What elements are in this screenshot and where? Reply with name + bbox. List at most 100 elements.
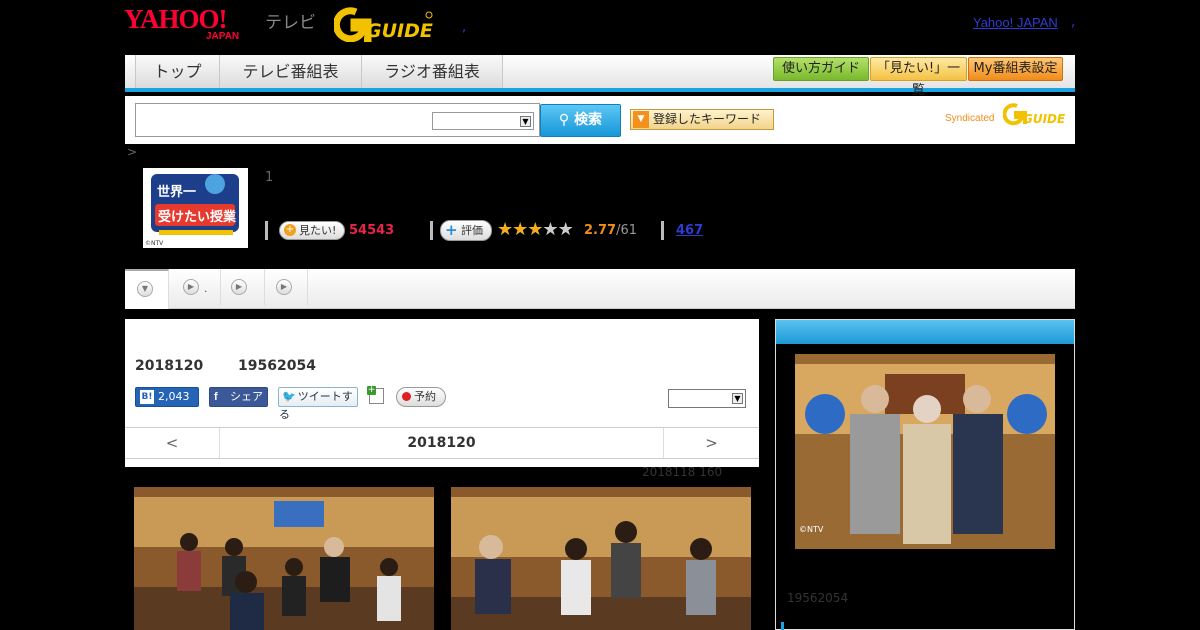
star-icon: ★: [527, 219, 543, 240]
chevron-down-icon: ▼: [520, 116, 531, 127]
program-logo-image: 世界一 受けたい授業 ©NTV: [143, 168, 248, 248]
plus-icon: +: [445, 221, 458, 239]
record-icon: [402, 392, 411, 401]
record-reservation-button[interactable]: 予約: [396, 387, 446, 407]
hosts-photo-image: ©NTV: [795, 354, 1055, 549]
episode-number: 1: [265, 170, 274, 185]
episode-note: 2018118 160: [642, 465, 723, 479]
nav-tab-tv-schedule[interactable]: テレビ番組表: [220, 55, 362, 88]
episode-date: 2018120: [135, 358, 204, 374]
side-photo-credit: ©NTV: [799, 525, 824, 534]
rate-button[interactable]: + 評価: [440, 220, 492, 241]
svg-text:受けたい授業: 受けたい授業: [158, 209, 237, 225]
hatena-bookmark-button[interactable]: B! 2,043: [135, 387, 199, 407]
rating-total: /61: [616, 223, 637, 238]
subtab-2-label: .: [204, 282, 208, 295]
divider: [265, 221, 268, 240]
rate-label: 評価: [461, 224, 483, 237]
play-circle-icon: ▶: [183, 279, 199, 295]
nav-tab-top[interactable]: トップ: [135, 55, 220, 88]
search-category-select[interactable]: ▼: [432, 112, 534, 130]
tv-label[interactable]: テレビ: [265, 8, 316, 33]
nav-tab-radio-schedule[interactable]: ラジオ番組表: [362, 55, 503, 88]
mitai-count: 54543: [349, 223, 395, 238]
saved-keywords-button[interactable]: ▼ 登録したキーワード: [630, 109, 774, 130]
plus-icon: +: [367, 385, 376, 395]
subtab-4[interactable]: ▶: [265, 269, 308, 305]
play-circle-icon: ▶: [231, 279, 247, 295]
side-program-id: 19562054: [787, 591, 849, 605]
hatena-icon: B!: [140, 390, 154, 404]
svg-text:GUIDE: GUIDE: [1023, 112, 1065, 126]
divider: [430, 221, 433, 240]
mitai-button[interactable]: + 見たい!: [279, 221, 345, 240]
chevron-down-icon: ▼: [732, 393, 743, 404]
saved-keywords-label: 登録したキーワード: [653, 112, 762, 126]
side-section-marker: [781, 622, 784, 630]
triangle-down-icon: ▼: [633, 111, 649, 128]
review-count-link[interactable]: 467: [676, 222, 703, 239]
search-button[interactable]: ⚲ 検索: [540, 104, 621, 137]
side-panel-photo[interactable]: ©NTV: [795, 354, 1055, 549]
thumbnail-credit: ©NTV: [145, 240, 164, 247]
star-icon: ★: [497, 219, 513, 240]
page: YAHOO! JAPAN テレビ GUIDE , Yahoo! JAPAN , …: [0, 0, 1200, 630]
subtab-2[interactable]: ▶ .: [169, 269, 221, 305]
header-separator: ,: [462, 20, 467, 35]
plus-icon: +: [284, 224, 296, 236]
twitter-icon: 🐦: [282, 390, 296, 403]
gguide-logo[interactable]: GUIDE: [332, 6, 434, 44]
header-link-separator: ,: [1071, 15, 1076, 30]
episode-panel: 2018120 19562054 B! 2,043 f シェア 🐦 ツイートする + …: [125, 319, 759, 467]
star-icon: ★: [557, 219, 574, 240]
usage-guide-button[interactable]: 使い方ガイド: [773, 57, 869, 81]
side-panel: ©NTV 19562054: [775, 319, 1075, 630]
add-calendar-icon[interactable]: +: [367, 385, 384, 404]
gguide-small-icon: GUIDE: [1003, 103, 1065, 126]
studio-photo-image: [134, 487, 434, 630]
rating-value: 2.77: [584, 223, 617, 238]
pager-prev-button[interactable]: <: [125, 428, 220, 458]
episode-select[interactable]: ▼: [668, 389, 746, 408]
program-thumbnail[interactable]: 世界一 受けたい授業 ©NTV: [143, 168, 248, 248]
subtab-3[interactable]: ▶: [221, 269, 265, 305]
rating-score: 2.77/61: [584, 222, 637, 239]
search-button-label: 検索: [574, 112, 603, 128]
star-icon: ★: [542, 219, 558, 240]
star-icon: ★: [512, 219, 528, 240]
svg-text:世界一: 世界一: [157, 184, 196, 200]
episode-pager: < 2018120 >: [125, 427, 759, 459]
mitai-label: 見たい!: [299, 224, 337, 237]
syndicated-label: Syndicated: [945, 113, 995, 124]
chevron-down-circle-icon: ▼: [137, 281, 153, 297]
pager-current-date: 2018120: [407, 435, 476, 451]
search-icon: ⚲: [558, 112, 575, 128]
breadcrumb[interactable]: >: [127, 145, 137, 159]
program-subtabs: ▼ ▶ . ▶ ▶: [125, 269, 1075, 309]
rating-stars: ★★★★★: [497, 219, 574, 240]
episode-program-id: 19562054: [238, 358, 316, 374]
yahoo-japan-logo[interactable]: YAHOO! JAPAN: [124, 4, 264, 43]
side-panel-header: [776, 320, 1074, 344]
svg-text:GUIDE: GUIDE: [366, 20, 433, 42]
studio-photo-image: [451, 487, 751, 630]
divider: [661, 221, 664, 240]
pager-next-button[interactable]: >: [663, 428, 759, 458]
tweet-button[interactable]: 🐦 ツイートする: [278, 387, 358, 421]
japan-logo-text: JAPAN: [206, 31, 240, 42]
main-nav: トップ テレビ番組表 ラジオ番組表 使い方ガイド 「見たい!」一覧 My番組表設…: [125, 55, 1075, 98]
mitai-list-button[interactable]: 「見たい!」一覧: [870, 57, 967, 98]
gguide-logo-icon: GUIDE: [332, 7, 433, 44]
episode-photo-2[interactable]: [451, 487, 751, 630]
facebook-share-button[interactable]: f シェア: [209, 387, 268, 407]
subtab-1[interactable]: ▼: [125, 269, 169, 309]
search-bar: ▼ ⚲ 検索 ▼ 登録したキーワード Syndicated GUIDE: [125, 96, 1075, 144]
yahoo-japan-link[interactable]: Yahoo! JAPAN: [973, 15, 1058, 30]
play-circle-icon: ▶: [276, 279, 292, 295]
facebook-share-label: シェア: [230, 390, 263, 403]
syndicated-gguide-logo: Syndicated GUIDE: [945, 102, 1065, 128]
reservation-label: 予約: [414, 390, 436, 403]
yahoo-logo-text: YAHOO!: [124, 4, 228, 34]
my-schedule-settings-button[interactable]: My番組表設定: [968, 57, 1063, 81]
episode-photo-1[interactable]: [134, 487, 434, 630]
